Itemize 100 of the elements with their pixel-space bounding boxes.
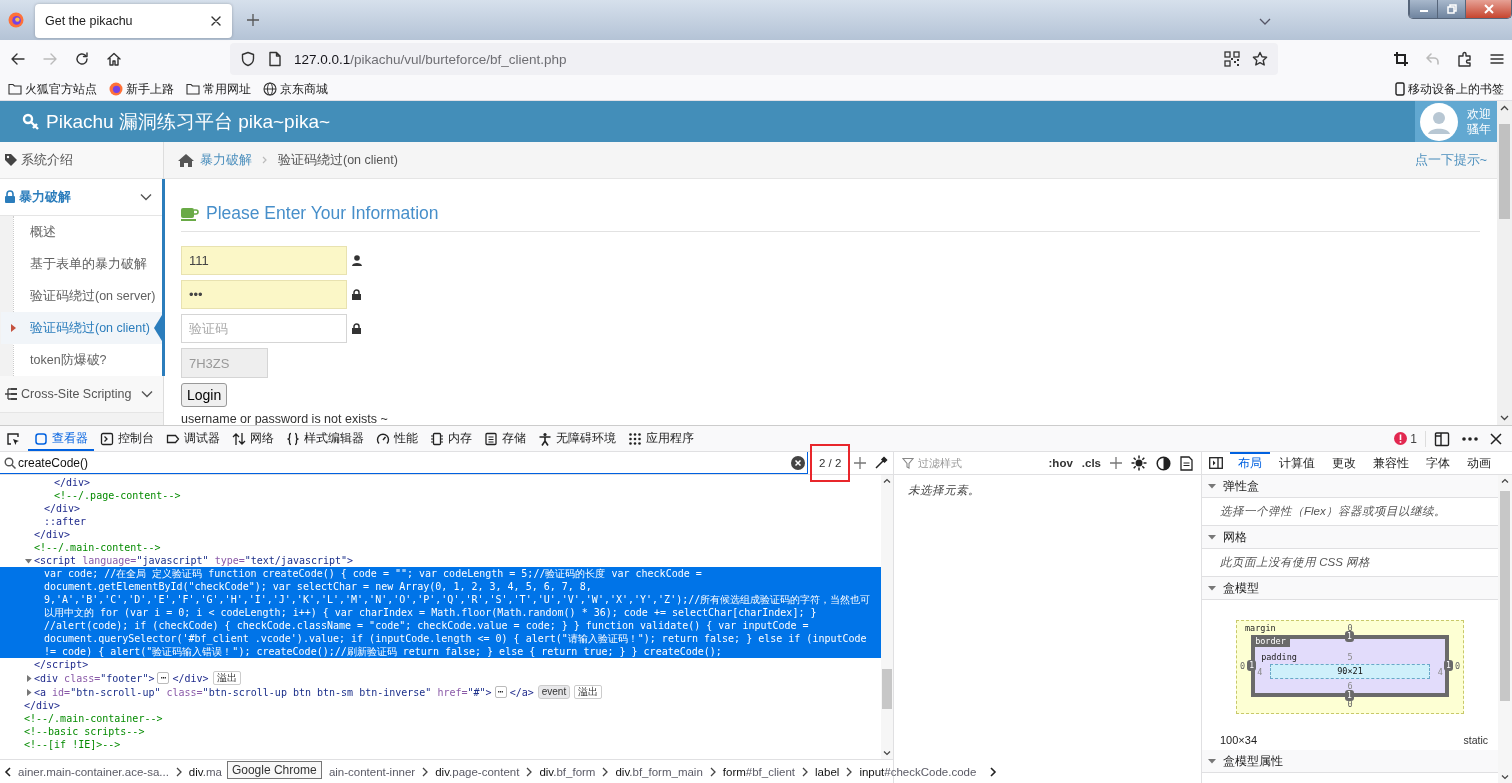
sun-icon[interactable] [1131,455,1147,471]
plus-icon[interactable] [246,13,260,27]
scrollbar[interactable] [881,475,893,759]
chevron-down-icon[interactable] [1258,17,1272,27]
qr-code-icon[interactable] [1224,51,1240,67]
section-header[interactable]: 网格 [1202,526,1498,549]
scrollbar[interactable] [1498,475,1512,783]
dom-node[interactable]: <!--basic scripts--> [0,725,881,738]
address-bar[interactable]: 127.0.0.1/pikachu/vul/burteforce/bf_client.php [230,43,1278,75]
dom-node[interactable]: <a id="btn-scroll-up" class="btn-scroll-up btn btn-sm btn-inverse" href="#"> ⋯ </a> event 溢出 [0,685,881,699]
star-icon[interactable] [1252,51,1268,67]
dom-node[interactable]: <script language="javascript" type="text/javascript"> [0,554,881,567]
devtools-tab[interactable]: 内存 [424,426,478,451]
dom-node[interactable]: </div> [0,699,881,712]
close-icon[interactable] [1490,432,1502,445]
element-picker-icon[interactable] [6,431,20,446]
devtools-tab[interactable]: 无障碍环境 [532,426,622,451]
more-icon[interactable] [1462,436,1478,441]
bookmark-item[interactable]: 常用网址 [186,80,251,98]
panel-tab[interactable]: 动画 [1459,452,1499,474]
login-button[interactable]: Login [181,383,228,407]
contrast-icon[interactable] [1156,455,1171,471]
breadcrumb-item[interactable]: label [815,765,840,778]
dom-node[interactable]: </div> [0,528,881,541]
browser-logo-icon[interactable] [8,12,24,28]
scroll-left-icon[interactable] [4,766,11,777]
menu-icon[interactable] [1489,51,1505,67]
dom-node[interactable]: <div class="footer"> ⋯ </div> 溢出 [0,671,881,685]
devtools-tab[interactable]: 存储 [478,426,532,451]
dom-node[interactable]: </div> [0,476,881,489]
panel-tab[interactable]: 更改 [1324,452,1364,474]
node-badge[interactable]: 溢出 [574,685,603,699]
bookmark-item[interactable]: 火狐官方站点 [8,80,97,98]
dom-node[interactable]: </div> [0,502,881,515]
back-icon[interactable] [10,51,26,67]
breadcrumb-item[interactable]: div.bf_form_main [615,765,703,778]
scroll-right-icon[interactable] [990,766,998,777]
section-header[interactable]: 盒模型属性 [1202,750,1498,773]
collapsed-badge[interactable]: ⋯ [157,672,170,684]
minimize-button[interactable] [1409,0,1437,18]
devtools-tab[interactable]: 样式编辑器 [280,426,370,451]
submenu-item[interactable]: token防爆破? [14,344,162,376]
collapsed-badge[interactable]: ⋯ [494,686,507,698]
toggle-button[interactable]: :hov [1048,457,1073,469]
plus-icon[interactable] [1110,457,1122,469]
breadcrumb-item[interactable]: div.page-content [435,765,520,778]
breadcrumb-item[interactable]: input#checkCode.code [859,765,977,778]
sidebar-item[interactable]: 暴力破解 [0,179,162,216]
toggle-button[interactable]: .cls [1081,457,1101,469]
devtools-tab[interactable]: 性能 [370,426,424,451]
filter-field[interactable]: 过滤样式 [918,457,1018,469]
section-header[interactable]: 盒模型 [1202,577,1498,600]
plus-icon[interactable] [854,457,867,469]
bookmark-item[interactable]: 新手上路 [109,80,174,98]
dom-node[interactable]: <!--/.main-content--> [0,541,881,554]
devtools-tab[interactable]: 控制台 [94,426,160,451]
clear-icon[interactable] [791,456,805,470]
maximize-button[interactable] [1437,0,1465,18]
document-icon[interactable] [1180,455,1193,471]
captcha-input-field[interactable]: 验证码 [181,314,347,343]
dom-node[interactable]: <!--/.page-content--> [0,489,881,502]
scrollbar-thumb[interactable] [882,669,892,709]
search-field[interactable]: createCode() [0,452,808,474]
sidebar-item[interactable]: 系统介绍 [0,142,163,179]
submenu-item[interactable]: 概述 [14,216,162,248]
crop-icon[interactable] [1393,51,1409,67]
devtools-tab[interactable]: 调试器 [160,426,226,451]
dom-node[interactable]: <!--/.main-container--> [0,712,881,725]
devtools-tab[interactable]: 网络 [226,426,280,451]
close-window-button[interactable] [1465,0,1511,18]
bookmark-item[interactable]: 京东商城 [263,80,328,98]
breadcrumb-item[interactable]: div.ma [188,765,222,778]
dom-node[interactable]: ::after [0,515,881,528]
sidebar-item[interactable]: Cross-Site Scripting [0,376,163,413]
dom-node[interactable]: </script> [0,658,881,671]
scrollbar-thumb[interactable] [1500,491,1510,701]
node-badge[interactable]: event [537,685,571,699]
breadcrumb-item[interactable]: ain-content-inner [328,765,416,778]
password-field[interactable]: ••• [181,280,347,309]
panel-tab[interactable]: 字体 [1418,452,1458,474]
submenu-item[interactable]: 验证码绕过(on client) [1,312,162,344]
text-node[interactable]: var code; //在全局 定义验证码 function createCode() { code = ""; var codeLength = 5;//验证码的长度 var checkCode = document.getElementById("checkCode"); var selectChar = new Array(0, 1, 2, 3, 4, 5, 6, 7, 8, 9,'A','B','C','D','E','F','G','H','I','J','K','L','M','N','O','P','Q','R','S','T','U','V','W','X','Y','Z');//所有候选组成验证码的字符，当然也可以用中文的 for (var i = 0; i < codeLength; i++) { var charIndex = Math.floor(Math.random() * 36); code += selectChar[charIndex]; } //alert(code); if (checkCode) { checkCode.className = "code"; checkCode.value = code; } } function validate() { var inputCode = document.querySelector('#bf_client .vcode').value; if (inputCode.length <= 0) { alert("请输入验证码！"); return false; } else if (inputCode != code) { alert("验证码输入错误！"); createCode();//刷新验证码 return false; } else { return true; } } createCode(); [0,567,881,658]
reload-icon[interactable] [74,51,90,67]
scrollbar[interactable] [1497,101,1512,425]
panel-tab[interactable]: 计算值 [1271,452,1323,474]
browser-tab[interactable]: Get the pikachu [35,4,232,38]
submenu-item[interactable]: 基于表单的暴力破解 [14,248,162,280]
home-icon[interactable] [106,51,122,67]
submenu-item[interactable]: 验证码绕过(on server) [14,280,162,312]
breadcrumb-item[interactable]: ainer.main-container.ace-sa... [18,765,169,778]
puzzle-icon[interactable] [1457,51,1473,67]
dom-node[interactable]: <!--[if !IE]>--> [0,738,881,751]
eyedropper-icon[interactable] [874,456,889,470]
expand-triangle-icon[interactable] [25,687,33,697]
bookmark-item[interactable]: 移动设备上的书签 [1395,80,1504,98]
node-badge[interactable]: 溢出 [212,671,241,685]
breadcrumb-item[interactable]: form#bf_client [722,765,796,778]
section-header[interactable]: 弹性盒 [1202,475,1498,498]
breadcrumb-item[interactable]: div.bf_form [539,765,596,778]
responsive-icon[interactable] [1434,430,1450,447]
